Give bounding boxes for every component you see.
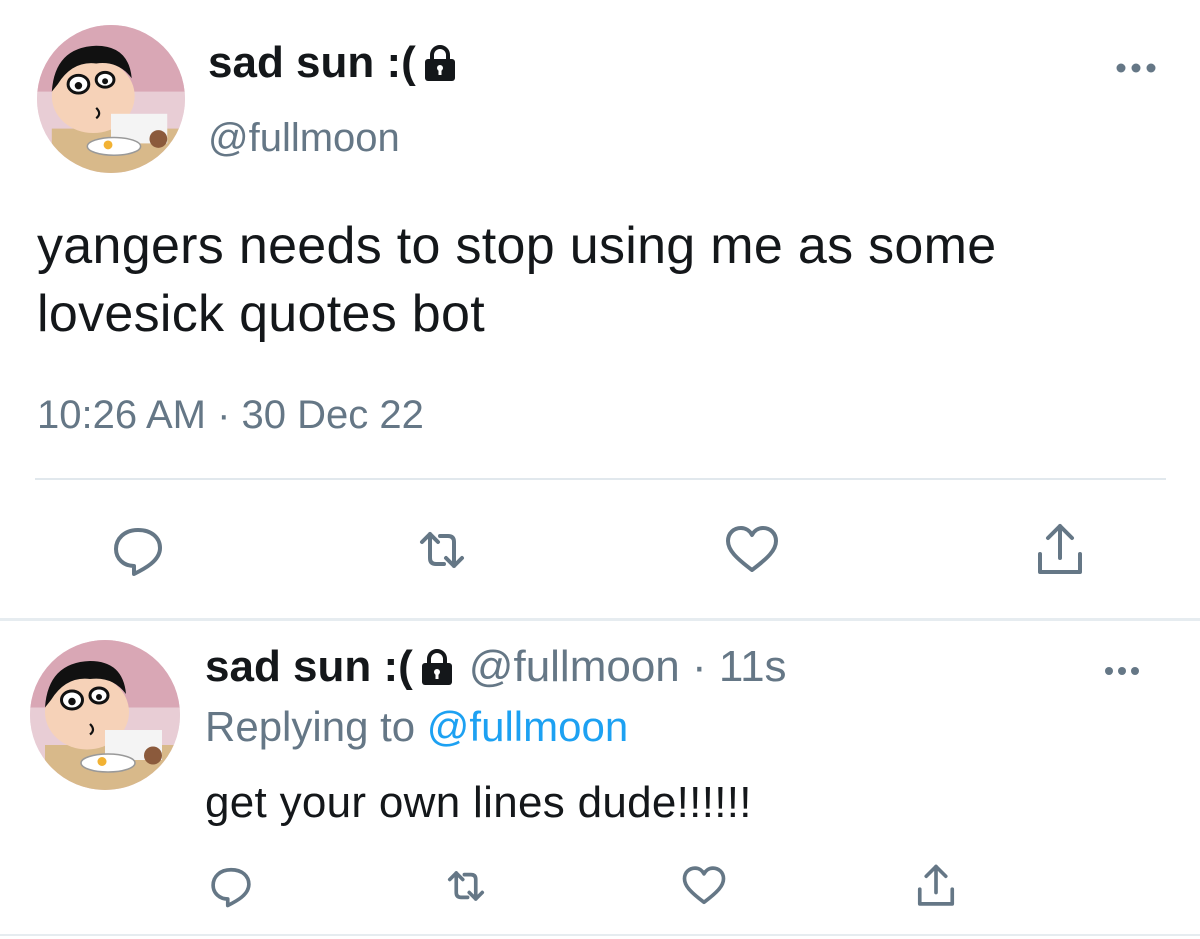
replying-to: Replying to @fullmoon xyxy=(205,703,628,751)
reply-button[interactable] xyxy=(205,860,257,912)
divider xyxy=(0,618,1200,621)
retweet-button[interactable] xyxy=(440,860,492,912)
handle-time: @fullmoon · 11s xyxy=(468,642,787,691)
display-name-text: sad sun :( xyxy=(208,38,416,87)
like-button[interactable] xyxy=(678,860,730,912)
display-name[interactable]: sad sun :( xyxy=(208,38,458,88)
lock-icon xyxy=(419,647,455,687)
share-icon xyxy=(1038,524,1082,574)
display-name-text: sad sun :( xyxy=(205,642,413,691)
like-icon xyxy=(726,526,778,572)
divider xyxy=(0,934,1200,936)
handle[interactable]: @fullmoon xyxy=(208,116,400,161)
retweet-button[interactable] xyxy=(410,518,474,582)
share-icon xyxy=(917,864,955,906)
replying-prefix: Replying to xyxy=(205,703,416,750)
more-options-icon[interactable] xyxy=(1102,662,1142,680)
share-button[interactable] xyxy=(910,860,962,912)
mention-link[interactable]: @fullmoon xyxy=(427,703,628,750)
retweet-icon xyxy=(447,871,485,901)
more-options-icon[interactable] xyxy=(1113,58,1159,78)
reply-header[interactable]: sad sun :( @fullmoon · 11s xyxy=(205,642,787,692)
lock-icon xyxy=(422,43,458,83)
tweet-text: yangers needs to stop using me as some l… xyxy=(37,217,997,343)
like-icon xyxy=(682,866,726,905)
share-button[interactable] xyxy=(1028,518,1092,582)
like-button[interactable] xyxy=(720,518,784,582)
tweet-timestamp[interactable]: 10:26 AM · 30 Dec 22 xyxy=(37,393,424,438)
reply-icon xyxy=(211,867,251,908)
tweet-text: get your own lines dude!!!!!! xyxy=(205,778,752,827)
reply-icon xyxy=(114,528,162,576)
avatar[interactable] xyxy=(30,640,180,790)
divider xyxy=(35,478,1166,480)
avatar[interactable] xyxy=(37,25,185,173)
retweet-icon xyxy=(420,532,464,568)
reply-button[interactable] xyxy=(106,518,170,582)
